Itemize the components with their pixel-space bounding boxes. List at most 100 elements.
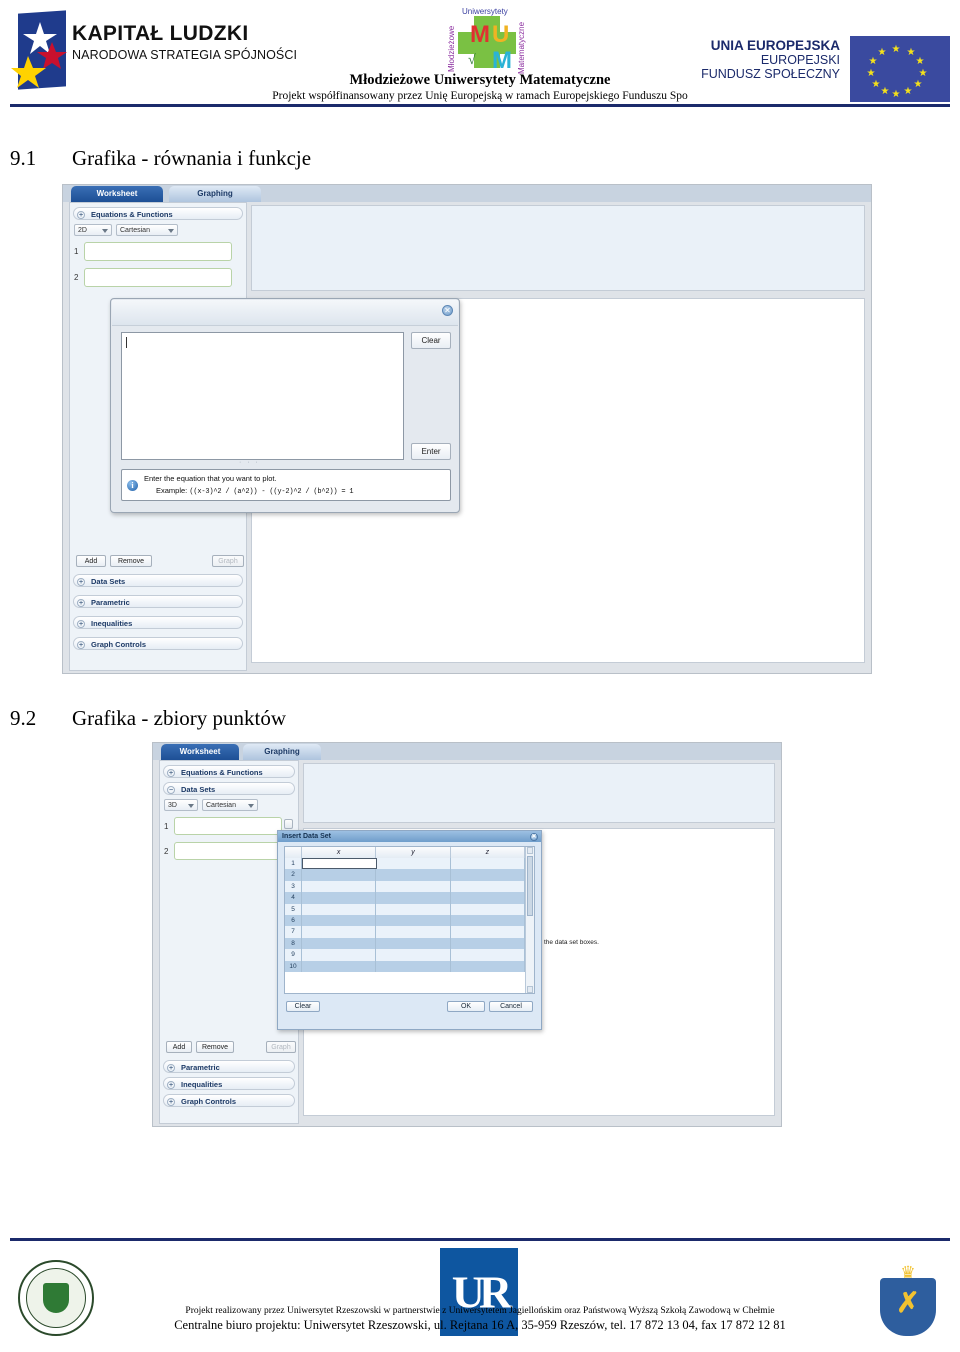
accordion-inequalities[interactable]: + Inequalities — [73, 616, 243, 629]
cell-z-1[interactable] — [451, 858, 525, 870]
scrollbar-thumb[interactable] — [527, 856, 533, 916]
column-header-z[interactable]: z — [451, 847, 525, 858]
cell-x-7[interactable] — [302, 926, 377, 938]
plus-circle-icon[interactable]: + — [77, 619, 85, 628]
plus-circle-icon[interactable]: + — [77, 598, 85, 607]
cell-y-1[interactable] — [377, 858, 451, 870]
table-row[interactable]: 5 — [285, 903, 534, 915]
close-icon[interactable]: ✕ — [530, 832, 538, 841]
remove-button-2[interactable]: Remove — [196, 1041, 234, 1053]
table-row[interactable]: 1 — [285, 858, 534, 870]
table-row[interactable]: 7 — [285, 926, 534, 938]
remove-button[interactable]: Remove — [110, 555, 152, 567]
dimension-dropdown[interactable]: 2D — [74, 224, 112, 236]
info-example-label: Example: — [156, 486, 188, 495]
enter-button[interactable]: Enter — [411, 443, 451, 460]
plus-circle-icon[interactable]: + — [167, 1097, 175, 1106]
cell-y-9[interactable] — [376, 949, 451, 961]
plus-circle-icon[interactable]: + — [77, 577, 85, 586]
tab-graphing-2[interactable]: Graphing — [243, 744, 321, 760]
dataset-input-2[interactable] — [174, 842, 282, 860]
cell-z-8[interactable] — [451, 937, 525, 950]
graph-button-2[interactable]: Graph — [266, 1041, 296, 1053]
cell-x-10[interactable] — [302, 960, 377, 972]
accordion-equations-functions-2[interactable]: + Equations & Functions — [163, 765, 295, 778]
cell-y-2[interactable] — [376, 869, 451, 881]
cell-y-10[interactable] — [376, 960, 451, 972]
coordinate-system-dropdown[interactable]: Cartesian — [116, 224, 178, 236]
plus-circle-icon[interactable]: + — [167, 1063, 175, 1072]
accordion-data-sets[interactable]: + Data Sets — [73, 574, 243, 587]
cell-z-5[interactable] — [451, 903, 525, 915]
clear-button[interactable]: Clear — [411, 332, 451, 349]
table-row[interactable]: 8 — [285, 937, 534, 950]
cell-x-3[interactable] — [302, 880, 377, 893]
cell-x-1[interactable] — [302, 858, 377, 870]
plus-circle-icon[interactable]: + — [77, 210, 85, 219]
cell-z-10[interactable] — [451, 960, 525, 972]
equation-input-1[interactable] — [84, 242, 232, 261]
table-row[interactable]: 4 — [285, 892, 534, 904]
cell-z-3[interactable] — [451, 880, 525, 893]
tab-graphing[interactable]: Graphing — [169, 186, 261, 202]
accordion-graph-controls-2[interactable]: + Graph Controls — [163, 1094, 295, 1107]
cell-y-7[interactable] — [376, 926, 451, 938]
table-row[interactable]: 6 — [285, 914, 534, 927]
cell-x-2[interactable] — [302, 869, 377, 881]
cancel-button[interactable]: Cancel — [489, 1001, 533, 1012]
cell-y-3[interactable] — [376, 880, 451, 893]
cell-z-7[interactable] — [451, 926, 525, 938]
table-row[interactable]: 2 — [285, 869, 534, 881]
cell-y-5[interactable] — [376, 903, 451, 915]
equation-textarea[interactable] — [121, 332, 404, 460]
table-row[interactable]: 10 — [285, 960, 534, 972]
tab-graphing-label: Graphing — [197, 189, 233, 198]
tab-worksheet-2[interactable]: Worksheet — [161, 744, 239, 760]
plus-circle-icon[interactable]: + — [77, 640, 85, 649]
add-button-2[interactable]: Add — [166, 1041, 192, 1053]
close-icon[interactable]: ✕ — [442, 305, 453, 316]
column-header-x[interactable]: x — [302, 847, 377, 858]
coordinate-system-dropdown-2[interactable]: Cartesian — [202, 799, 258, 811]
plus-circle-icon[interactable]: + — [167, 1080, 175, 1089]
dataset-grid-icon-1[interactable] — [284, 819, 293, 829]
cell-z-4[interactable] — [451, 892, 525, 904]
dimension-dropdown-2[interactable]: 3D — [164, 799, 198, 811]
add-button-label: Add — [84, 558, 98, 565]
accordion-data-sets-2[interactable]: − Data Sets — [163, 782, 295, 795]
graph-button[interactable]: Graph — [212, 555, 244, 567]
accordion-parametric-2[interactable]: + Parametric — [163, 1060, 295, 1073]
accordion-parametric[interactable]: + Parametric — [73, 595, 243, 608]
scroll-up-arrow-icon[interactable] — [527, 847, 533, 854]
cell-x-6[interactable] — [302, 914, 377, 927]
scroll-down-arrow-icon[interactable] — [527, 986, 533, 993]
ok-button[interactable]: OK — [447, 1001, 485, 1012]
plus-circle-icon[interactable]: + — [167, 768, 175, 777]
tab-worksheet[interactable]: Worksheet — [71, 186, 163, 202]
equation-input-2[interactable] — [84, 268, 232, 287]
resize-grip-dots[interactable]: · · · — [239, 459, 260, 466]
cell-z-6[interactable] — [451, 914, 525, 927]
svg-text:★: ★ — [892, 89, 901, 100]
table-row[interactable]: 3 — [285, 880, 534, 893]
add-button[interactable]: Add — [76, 555, 106, 567]
vertical-scrollbar[interactable] — [525, 847, 534, 993]
dataset-input-1[interactable] — [174, 817, 282, 835]
accordion-equations-functions[interactable]: + Equations & Functions — [73, 207, 243, 220]
cell-y-6[interactable] — [376, 914, 451, 927]
column-header-y[interactable]: y — [376, 847, 451, 858]
cell-y-4[interactable] — [376, 892, 451, 904]
cell-y-8[interactable] — [376, 937, 451, 950]
clear-button-2[interactable]: Clear — [286, 1001, 320, 1012]
table-row[interactable]: 9 — [285, 949, 534, 961]
data-set-grid[interactable]: x y z 1 2 3 4 5 6 7 8 9 10 — [284, 846, 535, 994]
cell-x-4[interactable] — [302, 892, 377, 904]
accordion-graph-controls[interactable]: + Graph Controls — [73, 637, 243, 650]
accordion-inequalities-2[interactable]: + Inequalities — [163, 1077, 295, 1090]
cell-x-9[interactable] — [302, 949, 377, 961]
cell-x-5[interactable] — [302, 903, 377, 915]
cell-x-8[interactable] — [302, 937, 377, 950]
cell-z-9[interactable] — [451, 949, 525, 961]
cell-z-2[interactable] — [451, 869, 525, 881]
minus-circle-icon[interactable]: − — [167, 785, 175, 794]
